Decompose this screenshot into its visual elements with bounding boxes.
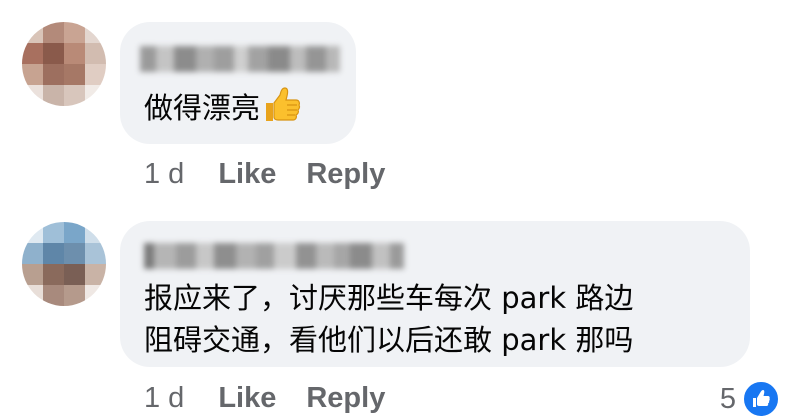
reaction-count: 5	[719, 382, 736, 415]
comment-text: 报应来了，讨厌那些车每次 park 路边 阻碍交通，看他们以后还敢 park 那…	[144, 277, 633, 361]
comment-text-line: 阻碍交通，看他们以后还敢 park 那吗	[144, 323, 634, 357]
avatar[interactable]	[22, 22, 106, 106]
reaction-summary[interactable]: 5	[720, 380, 780, 418]
comment-text-line: 做得漂亮	[144, 91, 261, 125]
comment-bubble: 报应来了，讨厌那些车每次 park 路边 阻碍交通，看他们以后还敢 park 那…	[120, 221, 750, 367]
like-button[interactable]: Like	[218, 382, 276, 415]
commenter-name[interactable]	[140, 46, 340, 72]
comment-actions: 1 d Like Reply	[144, 382, 415, 415]
comment-timestamp[interactable]: 1 d	[144, 158, 184, 191]
reply-button[interactable]: Reply	[306, 382, 385, 415]
comment-bubble: 做得漂亮	[120, 22, 356, 144]
comment-text-line: 报应来了，讨厌那些车每次 park 路边	[144, 281, 634, 315]
reply-button[interactable]: Reply	[306, 158, 385, 191]
avatar[interactable]	[22, 222, 106, 306]
commenter-name[interactable]	[144, 243, 404, 269]
comment-actions: 1 d Like Reply	[144, 158, 415, 191]
like-reaction-icon	[742, 380, 780, 418]
comment-text: 做得漂亮	[144, 86, 302, 135]
comment-timestamp[interactable]: 1 d	[144, 382, 184, 415]
thumbs-up-icon	[262, 86, 302, 135]
like-button[interactable]: Like	[218, 158, 276, 191]
